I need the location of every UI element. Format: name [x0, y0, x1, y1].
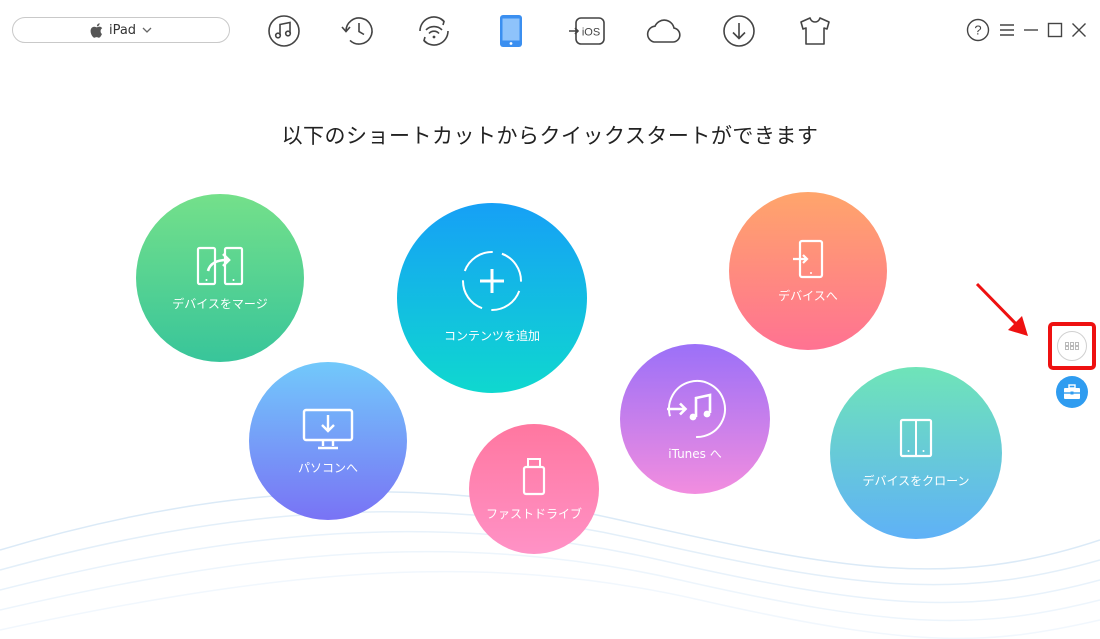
svg-text:?: ? [974, 23, 981, 38]
to-device-label: デバイスへ [778, 288, 838, 303]
wifi-sync-icon [419, 16, 449, 46]
itunes-icon [667, 379, 726, 438]
to-pc-button[interactable]: パソコンへ [249, 362, 407, 520]
merge-device-icon [196, 246, 244, 285]
add-icon [462, 250, 522, 311]
apple-icon [90, 22, 103, 38]
maximize-icon [1047, 22, 1063, 38]
toolbar-music-button[interactable] [264, 11, 304, 51]
grid-dots-icon [1065, 342, 1079, 350]
clone-device-label: デバイスをクローン [862, 473, 970, 488]
help-icon: ? [966, 18, 990, 42]
tshirt-icon [800, 17, 830, 45]
ipad-device-icon [500, 15, 522, 47]
clock-history-icon [341, 17, 373, 45]
minimize-button[interactable] [1019, 18, 1043, 42]
chevron-down-icon [142, 27, 152, 33]
toolbar-theme-button[interactable] [795, 11, 835, 51]
fast-drive-button[interactable]: ファストドライブ [469, 424, 599, 554]
to-device-button[interactable]: デバイスへ [729, 192, 887, 350]
merge-device-button[interactable]: デバイスをマージ [136, 194, 304, 362]
toolbar-download-button[interactable] [719, 11, 759, 51]
maximize-button[interactable] [1043, 18, 1067, 42]
hamburger-menu-icon [1000, 24, 1014, 36]
to-pc-label: パソコンへ [297, 460, 358, 475]
menu-button[interactable] [995, 18, 1019, 42]
close-button[interactable] [1067, 18, 1091, 42]
clone-device-icon [899, 418, 933, 457]
to-itunes-button[interactable]: iTunes へ [620, 344, 770, 494]
help-button[interactable]: ? [966, 18, 990, 42]
page-title: 以下のショートカットからクイックスタートができます [281, 124, 819, 148]
download-icon [723, 15, 755, 47]
usb-drive-icon [522, 457, 546, 495]
toolbox-button[interactable] [1056, 376, 1088, 408]
add-content-label: コンテンツを追加 [443, 328, 540, 343]
to-itunes-label: iTunes へ [668, 446, 722, 461]
toolbar-ios-button[interactable]: iOS [567, 11, 607, 51]
toolbox-icon [1064, 384, 1080, 399]
merge-device-label: デバイスをマージ [172, 296, 268, 311]
music-note-icon [268, 15, 300, 47]
fast-drive-label: ファストドライブ [485, 506, 582, 521]
device-selector[interactable]: iPad [12, 17, 230, 43]
add-content-button[interactable]: コンテンツを追加 [397, 203, 587, 393]
clone-device-button[interactable]: デバイスをクローン [830, 367, 1002, 539]
to-device-icon [793, 239, 824, 278]
toolbar-cloud-button[interactable] [643, 11, 683, 51]
close-icon [1072, 23, 1086, 37]
computer-icon [302, 408, 354, 449]
more-apps-button[interactable] [1057, 331, 1087, 361]
toolbar-wifi-button[interactable] [414, 11, 454, 51]
toolbar-device-button[interactable] [491, 11, 531, 51]
annotation-arrow-icon [975, 282, 1028, 336]
toolbar-history-button[interactable] [338, 11, 378, 51]
device-name: iPad [108, 22, 137, 38]
cloud-icon [646, 19, 681, 43]
minimize-icon [1024, 29, 1038, 31]
ios-transfer-icon: iOS [569, 17, 605, 45]
svg-text:iOS: iOS [582, 27, 600, 39]
